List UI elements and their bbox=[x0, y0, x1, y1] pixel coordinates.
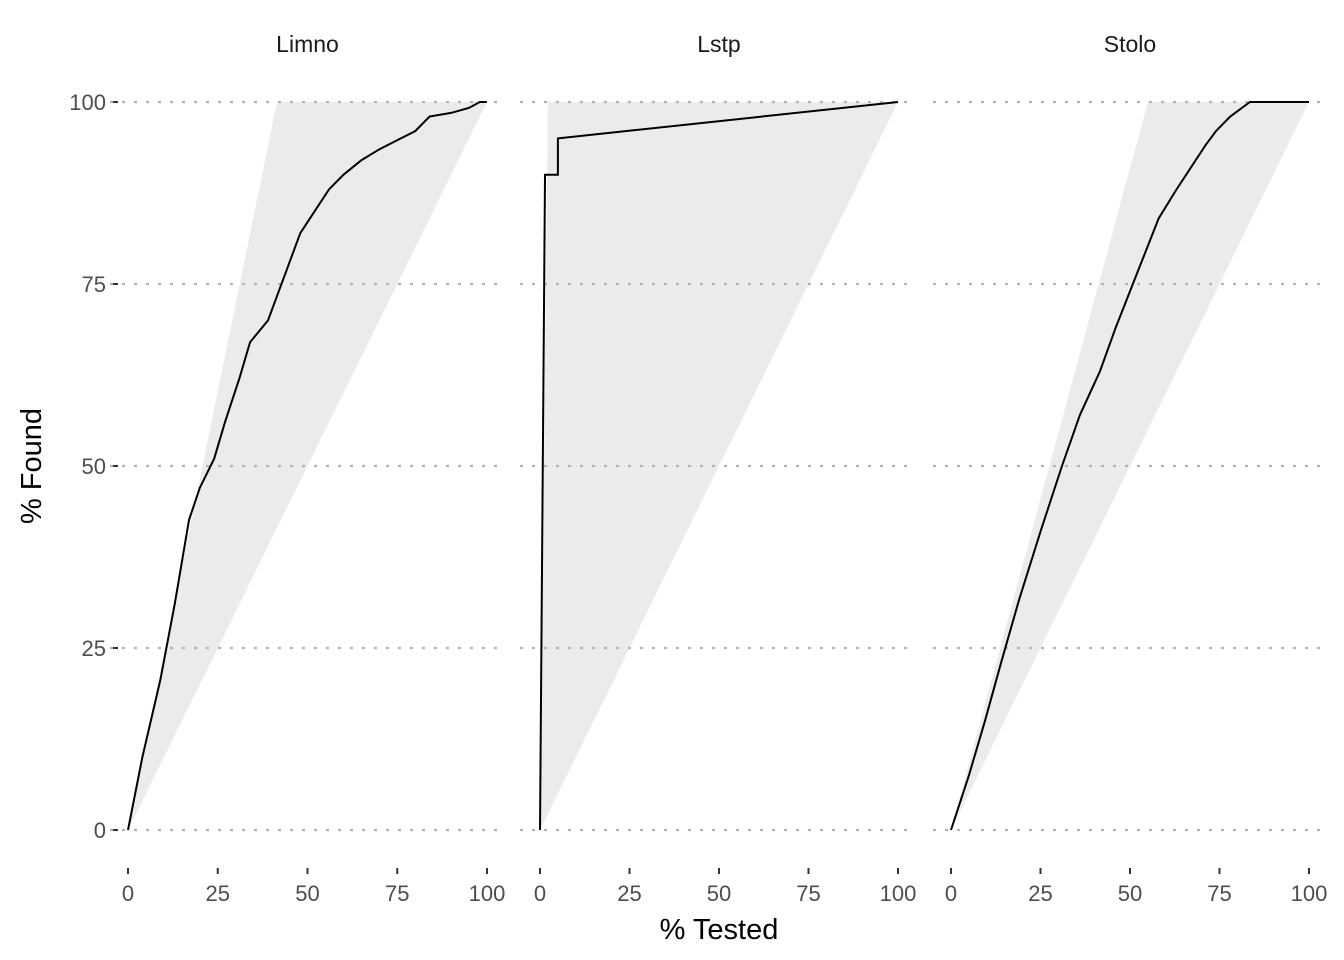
facet-title: Limno bbox=[276, 31, 339, 57]
x-tick-label: 50 bbox=[707, 881, 731, 906]
x-tick-label: 25 bbox=[1028, 881, 1052, 906]
x-axis-title: % Tested bbox=[660, 914, 779, 946]
x-tick-label: 0 bbox=[122, 881, 134, 906]
x-tick-label: 25 bbox=[206, 881, 230, 906]
x-tick-label: 75 bbox=[1207, 881, 1231, 906]
y-tick-label: 50 bbox=[82, 454, 106, 479]
x-tick-label: 100 bbox=[880, 881, 917, 906]
x-tick-label: 50 bbox=[295, 881, 319, 906]
y-tick-label: 75 bbox=[82, 272, 106, 297]
facet-title: Stolo bbox=[1104, 31, 1156, 57]
chart: 0255075100Limno0 25 50 75 100Lstp0 25 50 75 100S… bbox=[16, 31, 1327, 946]
facet-panel-lstp: Lstp 0 25 50 75 100 bbox=[520, 31, 916, 906]
x-tick-label: 75 bbox=[796, 881, 820, 906]
x-tick-label: 0 bbox=[534, 881, 546, 906]
x-tick-label: 25 bbox=[617, 881, 641, 906]
x-tick-label: 75 bbox=[385, 881, 409, 906]
facet-panels: 0255075100Limno0 25 50 75 100Lstp0 25 50 75 100S… bbox=[69, 31, 1327, 906]
y-axis-title: % Found bbox=[16, 408, 48, 524]
y-tick-label: 25 bbox=[82, 636, 106, 661]
x-tick-label: 100 bbox=[469, 881, 506, 906]
facet-title: Lstp bbox=[697, 31, 740, 57]
x-tick-label: 0 bbox=[945, 881, 957, 906]
facet-panel-limno: Limno 0 25 50 75 100 bbox=[110, 31, 505, 906]
confidence-band bbox=[128, 102, 487, 830]
confidence-band bbox=[951, 102, 1309, 830]
y-tick-label: 100 bbox=[69, 90, 106, 115]
x-tick-label: 50 bbox=[1118, 881, 1142, 906]
x-tick-label: 100 bbox=[1291, 881, 1328, 906]
y-tick-label: 0 bbox=[94, 818, 106, 843]
facet-panel-stolo: Stolo 0 25 50 75 100 bbox=[933, 31, 1327, 906]
